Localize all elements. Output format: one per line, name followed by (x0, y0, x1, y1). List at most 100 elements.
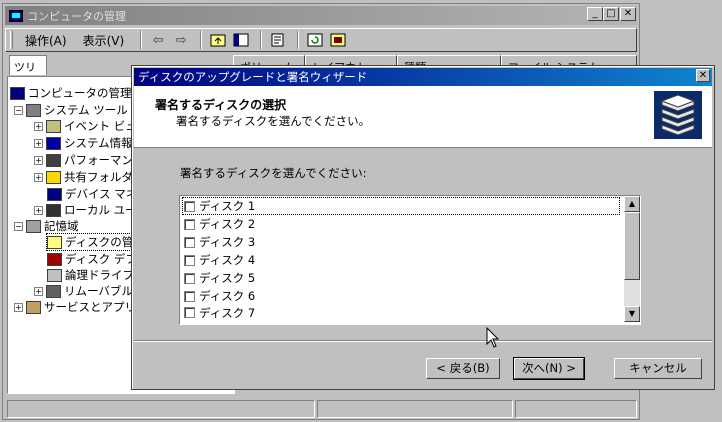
disk-label: ディスク 6 (199, 289, 256, 303)
tree-item-computer-management[interactable]: コンピュータの管理 (ロ (10, 85, 151, 101)
maximize-button[interactable]: □ (603, 7, 619, 21)
wizard-header: 署名するディスクの選択 署名するディスクを選んでください。 (134, 86, 712, 148)
list-item[interactable]: ディスク 6 (182, 287, 620, 305)
disk-checkbox[interactable] (184, 200, 195, 212)
disk-checkbox[interactable] (184, 236, 195, 248)
tree-item-label: システム ツール (44, 103, 128, 117)
tree-item-local-users[interactable]: + ローカル ユー (34, 202, 137, 218)
disk-upgrade-signature-wizard: ディスクのアップグレードと署名ウィザード ✕ 署名するディスクの選択 署名するデ… (131, 65, 715, 390)
list-item[interactable]: ディスク 4 (182, 251, 620, 269)
forward-arrow-icon[interactable]: ⇨ (171, 31, 191, 49)
toolbar-separator (260, 31, 263, 49)
wizard-close-button[interactable]: ✕ (696, 69, 710, 82)
expand-icon[interactable]: + (34, 121, 43, 131)
disk-checkbox[interactable] (184, 272, 195, 284)
export-list-icon[interactable] (328, 31, 348, 49)
scroll-up-arrow-icon[interactable]: ▲ (624, 196, 640, 212)
list-item[interactable]: ディスク 2 (182, 215, 620, 233)
list-scrollbar[interactable]: ▲ ▼ (624, 196, 640, 322)
expand-icon[interactable]: + (34, 138, 43, 148)
tree-item-removable-storage[interactable]: + リムーバブル記 (34, 283, 144, 299)
defrag-icon (47, 252, 62, 266)
list-item[interactable]: ディスク 7 (182, 305, 620, 320)
tree-item-storage[interactable]: − 記憶域 (14, 218, 79, 234)
removable-storage-icon (46, 284, 61, 298)
show-hide-tree-icon[interactable] (231, 31, 251, 49)
wizard-title: ディスクのアップグレードと署名ウィザード (138, 70, 368, 84)
back-arrow-icon[interactable]: ⇦ (148, 31, 168, 49)
wizard-body: 署名するディスクを選んでください: ディスク 1 ディスク 2 ディスク 3 デ… (134, 149, 712, 339)
close-button[interactable]: ✕ (620, 7, 636, 21)
disk-checkbox[interactable] (184, 290, 195, 302)
toolbar-separator (297, 31, 300, 49)
status-cell (7, 400, 315, 418)
tree-item-system-tools[interactable]: − システム ツール (14, 102, 128, 118)
disk-checkbox[interactable] (184, 254, 195, 266)
tab-tree[interactable]: ツリー (9, 55, 47, 90)
next-button[interactable]: 次へ(N) > (513, 357, 585, 380)
minimize-button[interactable]: _ (587, 7, 603, 21)
expand-icon[interactable]: + (14, 302, 23, 312)
tree-item-performance[interactable]: + パフォーマンス (34, 152, 144, 168)
toolbar-separator (200, 31, 203, 49)
menu-view[interactable]: 表示(V) (77, 30, 131, 51)
wizard-title-bar[interactable]: ディスクのアップグレードと署名ウィザード (134, 68, 712, 86)
disk-label: ディスク 4 (199, 253, 256, 267)
disk-label: ディスク 1 (199, 199, 256, 213)
system-info-icon (46, 136, 61, 150)
scrollbar-thumb[interactable] (624, 212, 640, 280)
main-title-bar[interactable]: コンピュータの管理 (5, 6, 637, 25)
disk-label: ディスク 3 (199, 235, 256, 249)
computer-icon (10, 86, 25, 100)
status-cell (515, 400, 637, 418)
tools-icon (26, 103, 41, 117)
tree-item-label: システム情報 (64, 136, 133, 150)
properties-icon[interactable] (268, 31, 288, 49)
wizard-divider (134, 340, 712, 342)
expand-icon[interactable]: + (34, 205, 43, 215)
refresh-icon[interactable] (305, 31, 325, 49)
menu-action[interactable]: 操作(A) (19, 30, 73, 51)
wizard-subheading: 署名するディスクを選んでください。 (176, 114, 371, 128)
wizard-heading: 署名するディスクの選択 (155, 98, 287, 112)
toolbar-separator (140, 31, 143, 49)
performance-icon (46, 153, 61, 167)
tree-item-system-info[interactable]: + システム情報 (34, 135, 133, 151)
cancel-button[interactable]: キャンセル (614, 358, 702, 379)
disk-stack-icon (654, 91, 702, 139)
back-button[interactable]: < 戻る(B) (426, 358, 500, 379)
list-item[interactable]: ディスク 1 (182, 197, 620, 215)
expand-icon[interactable]: + (34, 286, 43, 296)
disk-management-icon (47, 235, 62, 249)
drive-icon (47, 268, 62, 282)
tree-item-shared-folders[interactable]: + 共有フォルダ (34, 169, 133, 185)
status-cell (317, 400, 513, 418)
disk-label: ディスク 5 (199, 271, 256, 285)
collapse-icon[interactable]: − (14, 221, 23, 231)
main-window-title: コンピュータの管理 (27, 9, 126, 23)
menu-toolbar: 操作(A) 表示(V) ⇦ ⇨ (5, 28, 637, 52)
list-item[interactable]: ディスク 3 (182, 233, 620, 251)
expand-icon[interactable]: + (34, 172, 43, 182)
up-folder-icon[interactable] (208, 31, 228, 49)
mouse-cursor-icon (486, 327, 500, 348)
storage-icon (26, 219, 41, 233)
tree-item-device-manager[interactable]: デバイス マネ (47, 186, 137, 202)
tree-item-label: 記憶域 (44, 219, 79, 233)
disk-checkbox[interactable] (184, 218, 195, 230)
collapse-icon[interactable]: − (14, 105, 23, 115)
tree-item-label: 共有フォルダ (64, 170, 133, 184)
expand-icon[interactable]: + (34, 155, 43, 165)
device-manager-icon (47, 187, 62, 201)
tree-item-label: デバイス マネ (65, 187, 138, 201)
disk-label: ディスク 7 (199, 305, 256, 320)
list-item[interactable]: ディスク 5 (182, 269, 620, 287)
disk-checkbox[interactable] (184, 307, 195, 318)
disk-checklist[interactable]: ディスク 1 ディスク 2 ディスク 3 ディスク 4 ディスク 5 ディスク … (179, 195, 641, 325)
toolbar-grip[interactable] (10, 31, 13, 49)
computer-icon (9, 9, 23, 22)
tree-item-logical-drives[interactable]: 論理ドライブ (47, 267, 134, 283)
services-icon (26, 300, 41, 314)
scroll-down-arrow-icon[interactable]: ▼ (624, 306, 640, 322)
disk-label: ディスク 2 (199, 217, 256, 231)
